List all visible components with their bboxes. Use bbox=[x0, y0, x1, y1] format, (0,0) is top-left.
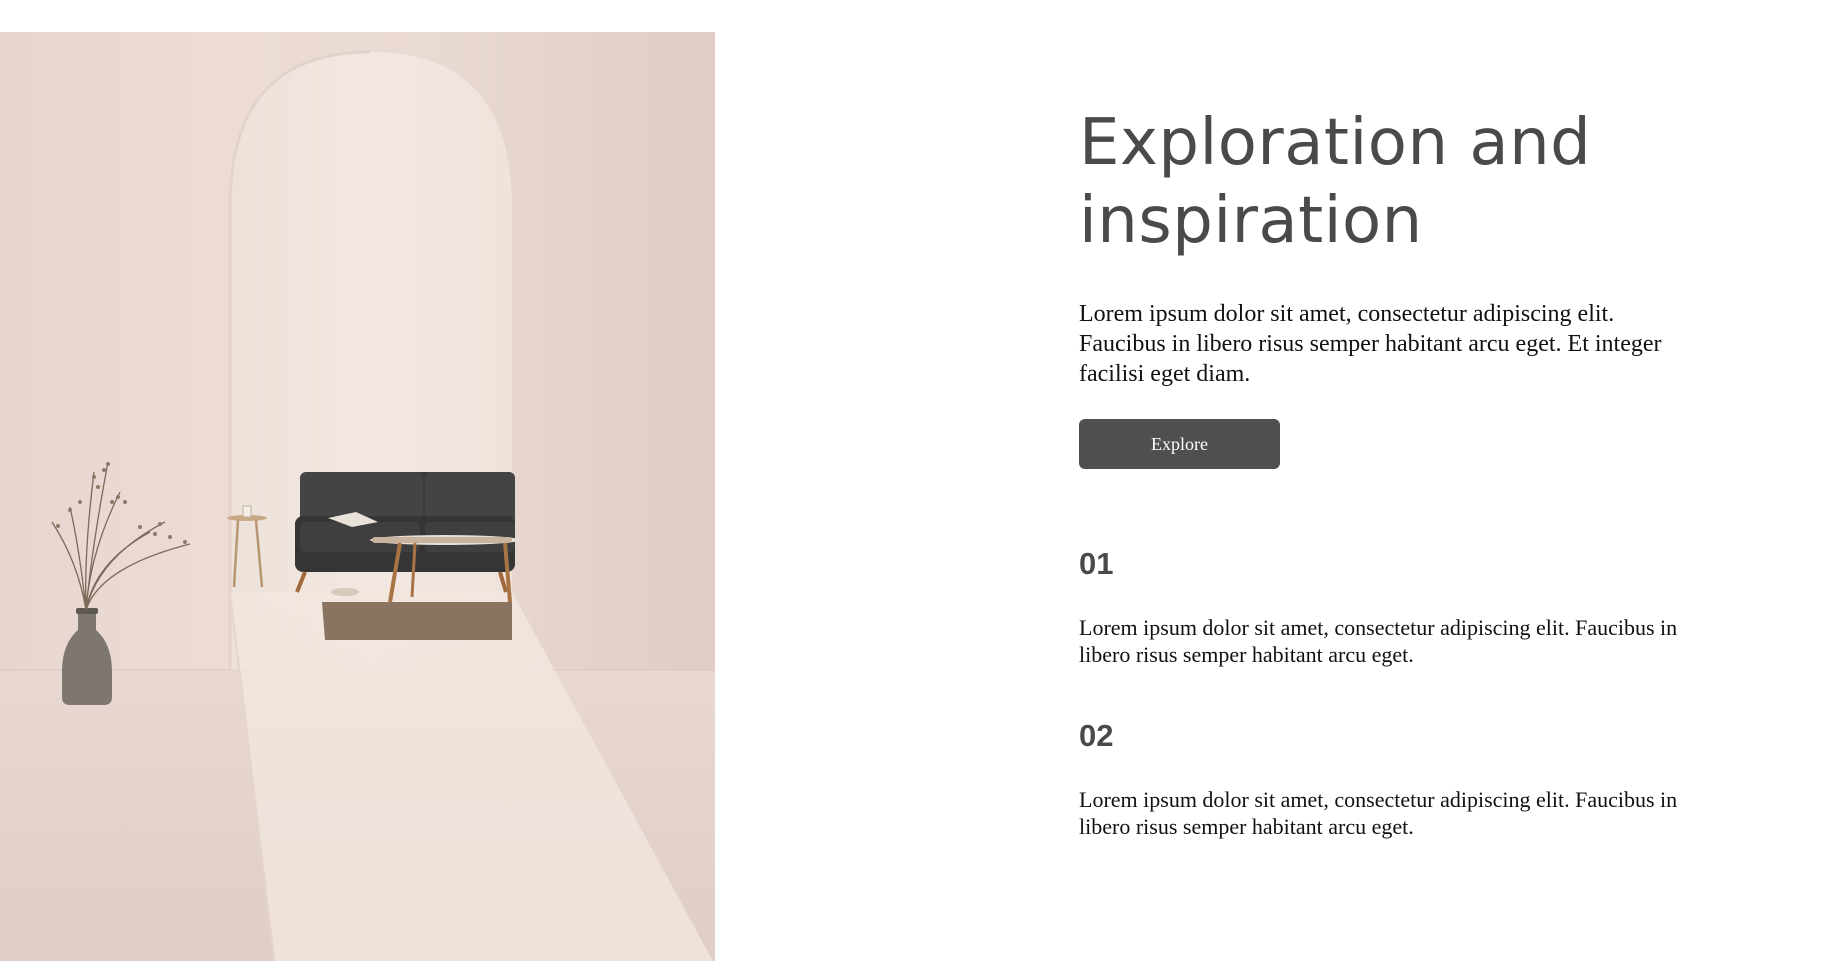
feature-number: 02 bbox=[1079, 718, 1114, 753]
feature-02: 02 Lorem ipsum dolor sit amet, consectet… bbox=[1079, 718, 1679, 840]
hero-image bbox=[0, 32, 715, 961]
title-line-2: inspiration bbox=[1079, 184, 1423, 258]
feature-number: 01 bbox=[1079, 546, 1114, 581]
title-line-1: Exploration and bbox=[1079, 106, 1592, 180]
intro-text: Lorem ipsum dolor sit amet, consectetur … bbox=[1079, 301, 1662, 387]
rug bbox=[322, 602, 512, 640]
arch-doorway bbox=[230, 52, 512, 670]
content-section: Exploration and inspiration Lorem ipsum … bbox=[1079, 104, 1719, 469]
feature-text: Lorem ipsum dolor sit amet, consectetur … bbox=[1079, 787, 1678, 839]
feature-text: Lorem ipsum dolor sit amet, consectetur … bbox=[1079, 615, 1678, 667]
page: Exploration and inspiration Lorem ipsum … bbox=[0, 0, 1841, 961]
feature-01: 01 Lorem ipsum dolor sit amet, consectet… bbox=[1079, 546, 1679, 668]
explore-button[interactable]: Explore bbox=[1079, 419, 1280, 469]
page-title: Exploration and inspiration bbox=[1079, 104, 1719, 260]
vase bbox=[51, 461, 191, 705]
